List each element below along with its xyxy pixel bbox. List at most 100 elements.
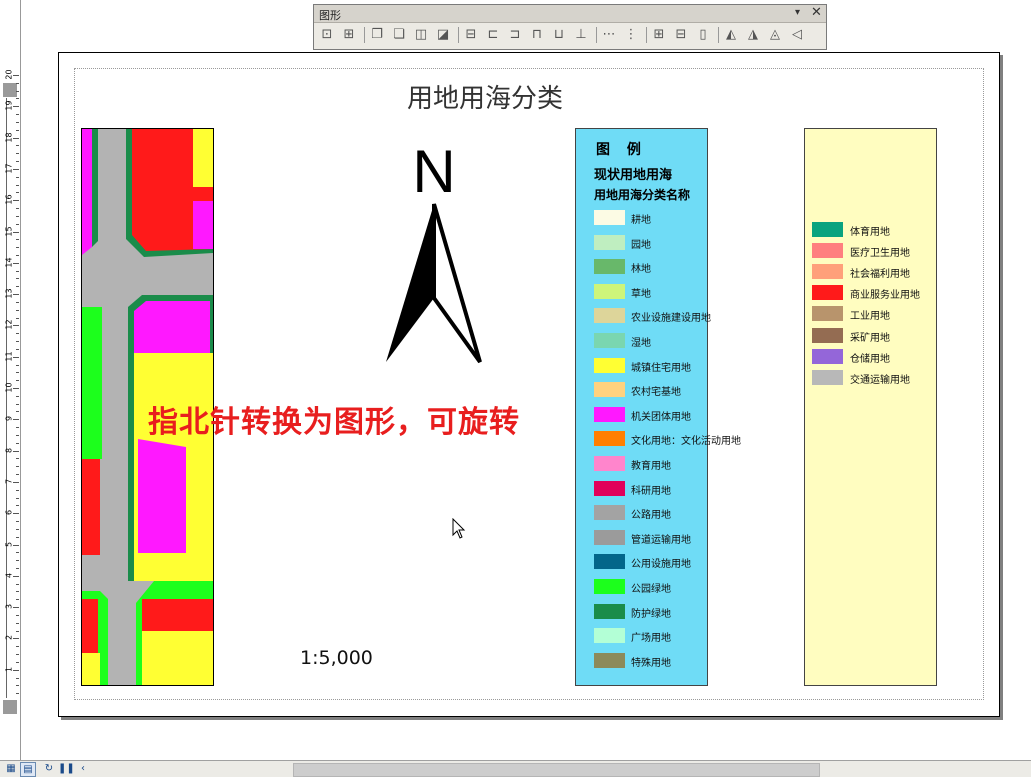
ruler-scroll-down[interactable]: [3, 700, 17, 714]
parcel-government: [134, 301, 210, 353]
ruler-tick: [16, 489, 19, 491]
ruler-tick: [16, 121, 19, 123]
legend-label: 公园绿地: [631, 584, 671, 595]
scale-text[interactable]: 1:5,000: [300, 647, 390, 669]
legend-swatch: [594, 357, 625, 373]
ruler-tick: [13, 513, 19, 515]
north-arrow-graphic: N: [386, 138, 482, 364]
ruler-tick: [16, 317, 19, 319]
legend-swatch: [594, 308, 625, 324]
ruler-tick: [13, 575, 19, 577]
ruler-scroll-up[interactable]: [3, 83, 17, 97]
legend-swatch: [594, 283, 625, 299]
ruler-tick: [16, 654, 19, 655]
send-back-icon[interactable]: ❏: [390, 26, 408, 44]
legend-swatch: [812, 369, 843, 385]
ruler-tick: [16, 286, 19, 288]
distribute-h-icon[interactable]: ⋯: [600, 26, 618, 44]
fit-both-icon[interactable]: ⊞: [650, 26, 668, 44]
legend-label: 湿地: [631, 338, 651, 349]
toolbar-separator: [364, 27, 365, 43]
ruler-tick: [16, 114, 19, 116]
data-view-icon[interactable]: ▦: [4, 762, 18, 775]
legend-label: 园地: [631, 239, 651, 251]
ungroup-icon[interactable]: ⊞: [340, 26, 358, 44]
ruler-tick: [16, 223, 19, 225]
ruler-tick: [16, 403, 19, 405]
ruler-tick: [16, 646, 19, 648]
parcel-government: [193, 201, 213, 249]
align-bottom-icon[interactable]: ⊥: [572, 26, 590, 44]
ruler-tick: [16, 677, 19, 679]
north-arrow[interactable]: N: [380, 138, 490, 370]
bring-front-icon[interactable]: ❐: [368, 26, 386, 44]
legend-panel[interactable]: 图 例 现状用地用海 用地用海分类名称 耕地 园地 林地 草地 农业设施建设用地 湿地 城镇…: [575, 128, 741, 686]
pause-icon[interactable]: ❚❚: [58, 762, 75, 775]
ruler-tick: [13, 388, 19, 389]
ruler-tick: [16, 622, 19, 624]
toolbar-title: 图形: [319, 9, 341, 22]
legend-label: 教育用地: [631, 461, 671, 472]
legend-field-name: 用地用海分类名称: [594, 188, 691, 202]
graphics-toolbar[interactable]: 图形 ▾ ✕ ⊡ ⊞ ❐ ❏ ◫ ◪ ⊟ ⊏ ⊐ ⊓ ⊔ ⊥ ⋯ ⋮ ⊞ ⊟ ▯ ◭ ◮ ◬ ◁: [313, 4, 827, 50]
ruler-tick: [16, 536, 19, 538]
ruler-tick: [13, 419, 19, 421]
ruler-tick: [16, 567, 19, 569]
flip-h-icon[interactable]: ◮: [744, 26, 762, 44]
rotate-right-icon[interactable]: ◁: [788, 26, 806, 44]
rotate-left-icon[interactable]: ◭: [722, 26, 740, 44]
ruler-tick: [16, 395, 19, 397]
flip-v-icon[interactable]: ◬: [766, 26, 784, 44]
legend-swatch: [812, 264, 843, 280]
horizontal-scrollbar-thumb[interactable]: [293, 763, 820, 777]
legend-swatch: [594, 652, 625, 668]
legend-label: 仓储用地: [850, 353, 890, 365]
ruler-tick: [16, 434, 19, 436]
ruler-tick: [13, 325, 19, 327]
vertical-ruler: 20 19 18 17 16 15 14 13 12 11 10 9 8 7 6 5 4 3 2 1: [0, 0, 21, 760]
ruler-tick: [16, 184, 19, 186]
legend-panel-secondary[interactable]: 体育用地 医疗卫生用地 社会福利用地 商业服务业用地 工业用地 采矿用地 仓储用地 交通运输用…: [804, 128, 937, 686]
ruler-tick: [13, 450, 19, 452]
toolbar-titlebar[interactable]: 图形 ▾ ✕: [314, 5, 826, 23]
toolbar-menu-arrow-icon[interactable]: ▾: [795, 7, 800, 18]
ruler-tick: [16, 215, 19, 217]
legend-label: 耕地: [631, 215, 651, 226]
legend-swatch: [594, 579, 625, 594]
legend-swatch: [594, 529, 625, 545]
scroll-left-icon[interactable]: ‹: [76, 762, 90, 775]
align-center-icon[interactable]: ⊏: [484, 26, 502, 44]
ruler-tick: [16, 372, 19, 374]
ruler-tick: [16, 176, 19, 178]
align-top-icon[interactable]: ⊓: [528, 26, 546, 44]
legend-heading: 图 例: [596, 142, 647, 158]
group-icon[interactable]: ⊡: [318, 26, 336, 44]
ruler-tick: [16, 153, 19, 155]
fit-width-icon[interactable]: ⊟: [672, 26, 690, 44]
legend-label: 公用设施用地: [631, 559, 691, 571]
ruler-tick: [13, 638, 19, 640]
ruler-tick: [13, 544, 19, 546]
align-middle-icon[interactable]: ⊔: [550, 26, 568, 44]
north-arrow-left-half: [386, 204, 434, 362]
toolbar-separator: [458, 27, 459, 43]
send-backward-icon[interactable]: ◪: [434, 26, 452, 44]
fit-height-icon[interactable]: ▯: [694, 26, 712, 44]
ruler-tick: [16, 129, 19, 131]
ruler-tick: [16, 583, 19, 585]
annotation-text[interactable]: 指北针转换为图形，可旋转: [148, 397, 520, 441]
parcel-park: [82, 307, 102, 459]
toolbar-close-icon[interactable]: ✕: [811, 5, 822, 20]
parcel-residential: [82, 653, 100, 685]
align-right-icon[interactable]: ⊐: [506, 26, 524, 44]
map-title[interactable]: 用地用海分类: [330, 78, 640, 115]
layout-view-icon[interactable]: ▤: [20, 762, 36, 777]
bring-forward-icon[interactable]: ◫: [412, 26, 430, 44]
refresh-icon[interactable]: ↻: [42, 762, 56, 775]
align-left-icon[interactable]: ⊟: [462, 26, 480, 44]
legend-swatch: [594, 234, 625, 250]
legend-label: 科研用地: [631, 485, 671, 497]
ruler-tick: [16, 98, 19, 100]
legend-label: 交通运输用地: [850, 374, 910, 386]
distribute-v-icon[interactable]: ⋮: [622, 26, 640, 44]
